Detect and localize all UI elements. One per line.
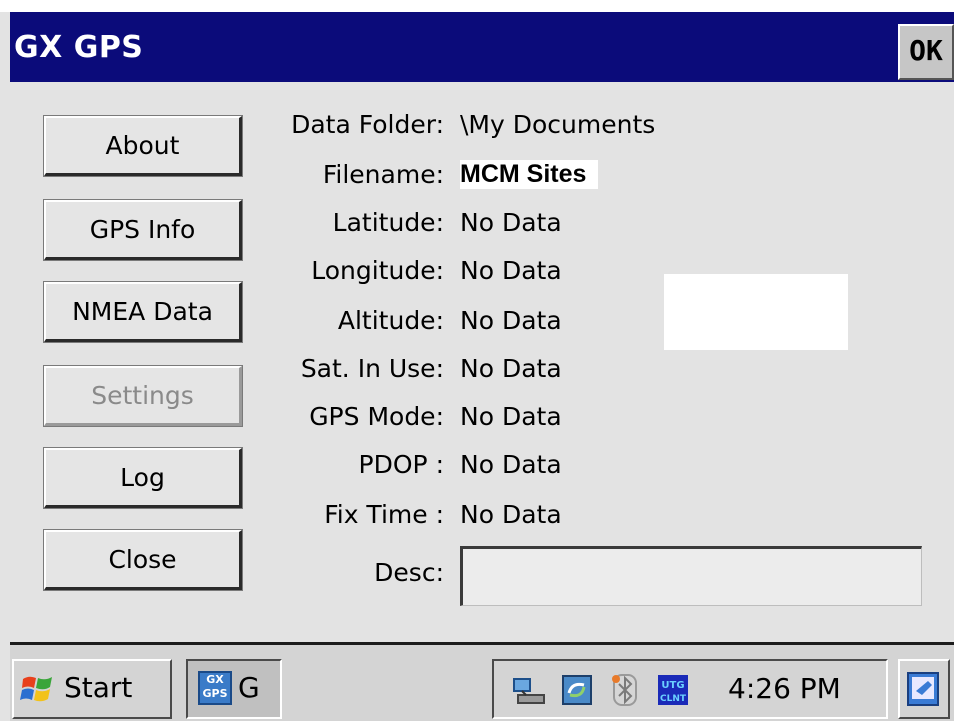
clock[interactable]: 4:26 PM: [728, 661, 841, 717]
longitude-value: No Data: [460, 256, 562, 285]
longitude-label: Longitude:: [311, 256, 444, 285]
top-margin: [0, 0, 954, 12]
fix-time-label: Fix Time :: [324, 500, 444, 529]
desc-input[interactable]: [460, 546, 922, 606]
taskbar-item-gx-gps[interactable]: GX GPS G: [186, 659, 282, 719]
settings-button[interactable]: Settings: [43, 365, 243, 427]
window-title: GX GPS: [14, 30, 144, 65]
latitude-label: Latitude:: [332, 208, 444, 237]
windows-flag-icon: [20, 676, 52, 702]
start-button[interactable]: Start: [12, 659, 172, 719]
bluetooth-icon[interactable]: [608, 673, 642, 707]
blank-area: [664, 274, 848, 350]
pdop-label: PDOP :: [358, 450, 444, 479]
desktop-icon: [907, 672, 939, 706]
ok-button[interactable]: OK: [898, 24, 954, 80]
device-screen: GX GPS OK About GPS Info NMEA Data Setti…: [0, 0, 954, 721]
nmea-data-button[interactable]: NMEA Data: [43, 281, 243, 343]
gps-info-button[interactable]: GPS Info: [43, 199, 243, 261]
desc-label: Desc:: [374, 558, 444, 587]
data-folder-label: Data Folder:: [291, 110, 444, 139]
close-button[interactable]: Close: [43, 529, 243, 591]
svg-text:CLNT: CLNT: [660, 694, 687, 704]
log-button[interactable]: Log: [43, 447, 243, 509]
system-tray: UTG CLNT 4:26 PM: [492, 659, 888, 719]
desktop-button[interactable]: [898, 659, 950, 719]
gx-gps-app-icon: GX GPS: [198, 671, 232, 705]
sat-in-use-label: Sat. In Use:: [300, 354, 444, 383]
title-bar: GX GPS OK: [10, 12, 954, 82]
task-label: G: [238, 671, 260, 704]
altitude-value: No Data: [460, 306, 562, 335]
pdop-value: No Data: [460, 450, 562, 479]
svg-text:UTG: UTG: [661, 680, 684, 691]
gps-mode-value: No Data: [460, 402, 562, 431]
gps-mode-label: GPS Mode:: [309, 402, 444, 431]
network-icon[interactable]: [512, 673, 546, 707]
utg-client-icon[interactable]: UTG CLNT: [656, 673, 690, 707]
data-folder-value: \My Documents: [460, 110, 656, 139]
filename-label: Filename:: [322, 160, 444, 189]
sync-icon[interactable]: [560, 673, 594, 707]
altitude-label: Altitude:: [337, 306, 444, 335]
about-button[interactable]: About: [43, 115, 243, 177]
start-label: Start: [64, 671, 133, 704]
latitude-value: No Data: [460, 208, 562, 237]
filename-value: MCM Sites: [460, 160, 599, 189]
main-panel: About GPS Info NMEA Data Settings Log Cl…: [10, 82, 954, 642]
taskbar: Start GX GPS G UTG CLNT 4:26 PM: [10, 642, 954, 721]
fix-time-value: No Data: [460, 500, 562, 529]
sat-in-use-value: No Data: [460, 354, 562, 383]
